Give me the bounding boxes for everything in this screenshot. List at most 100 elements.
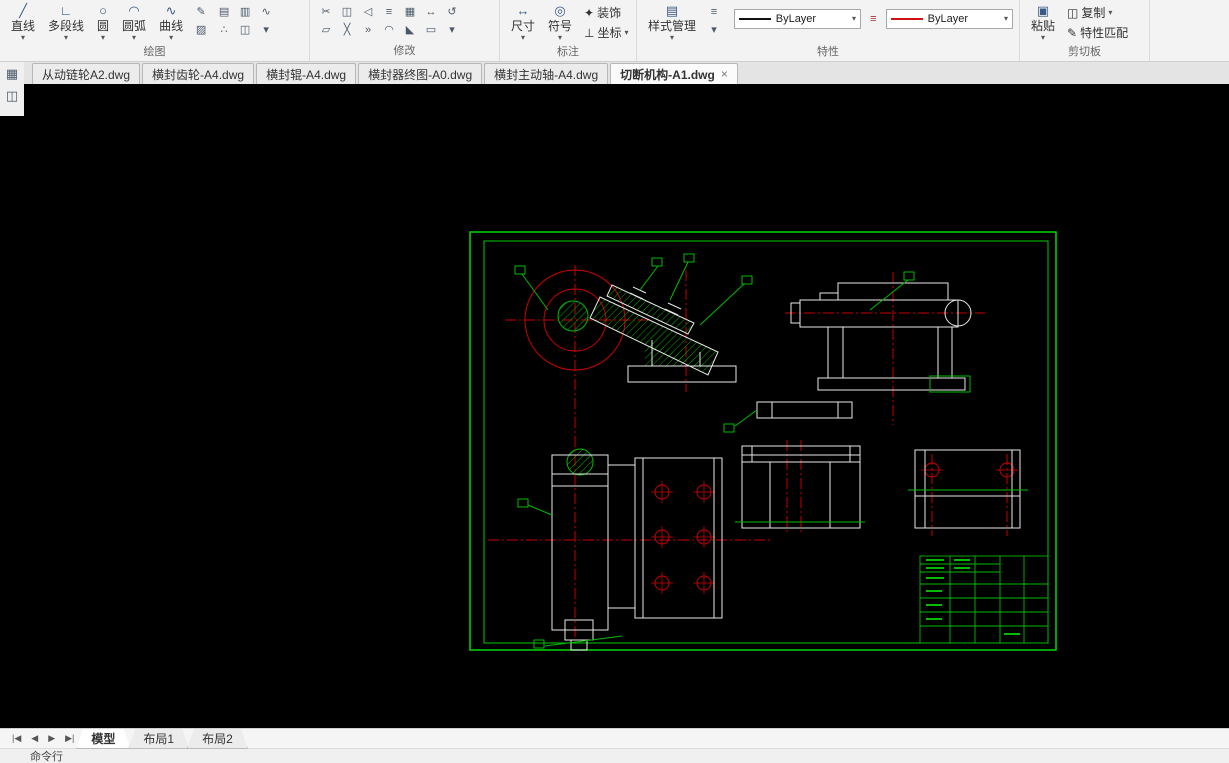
- file-tab-label: 横封主动轴-A4.dwg: [494, 67, 599, 82]
- properties-panel-icon[interactable]: ≡: [704, 3, 724, 20]
- copy-icon: ◫: [1067, 5, 1079, 20]
- draw-group-label[interactable]: 绘图: [0, 42, 309, 62]
- polyline-button[interactable]: ∟ 多段线 ▾: [43, 2, 89, 42]
- chamfer-icon[interactable]: ◣: [400, 21, 420, 38]
- pencil-icon[interactable]: ✎: [191, 3, 211, 20]
- point-icon[interactable]: ∴: [214, 21, 234, 38]
- view-panel-icon[interactable]: ◫: [2, 87, 22, 104]
- chevron-down-icon: ▾: [64, 33, 69, 42]
- first-tab-icon[interactable]: |◀: [8, 733, 25, 744]
- file-tab-active[interactable]: 切断机构-A1.dwg ×: [610, 63, 738, 84]
- line-color-value: ByLayer: [927, 13, 969, 25]
- file-tab-label: 横封辊-A4.dwg: [266, 67, 347, 82]
- file-tab[interactable]: 横封辊-A4.dwg: [256, 63, 357, 84]
- modify-icon-grid: ✂ ◫ ◁ ≡ ▦ ↔ ↺ ▱ ╳ » ◠ ◣ ▭ ▾: [316, 3, 463, 39]
- move-icon[interactable]: ↔: [421, 3, 441, 20]
- command-line-text: 命令行: [30, 751, 63, 763]
- chevron-down-icon: ▾: [1041, 33, 1046, 42]
- gradient-icon[interactable]: ▥: [235, 3, 255, 20]
- line-color-dropdown[interactable]: ByLayer ▾: [885, 9, 1013, 29]
- ribbon: ╱ 直线 ▾ ∟ 多段线 ▾ ○ 圆 ▾ ◠ 圆弧 ▾ ∿ 曲线 ▾ ✎ ▨ ▤…: [0, 0, 1229, 62]
- chevron-down-icon[interactable]: ▾: [256, 21, 276, 38]
- side-tool-strip: ▦ ◫: [0, 62, 24, 116]
- line-button[interactable]: ╱ 直线 ▾: [6, 2, 40, 42]
- hatch-icon[interactable]: ▨: [191, 21, 211, 38]
- curve-button[interactable]: ∿ 曲线 ▾: [154, 2, 188, 42]
- file-tab[interactable]: 从动链轮A2.dwg: [32, 63, 141, 84]
- annotate-group-label[interactable]: 标注: [500, 42, 636, 62]
- dimension-icon: ↔: [516, 3, 530, 18]
- mirror-icon[interactable]: ◁: [358, 3, 378, 20]
- circle-button[interactable]: ○ 圆 ▾: [92, 2, 114, 42]
- linetype-value: ByLayer: [775, 13, 817, 25]
- erase-icon[interactable]: ✂: [316, 3, 336, 20]
- properties-group-label[interactable]: 特性: [637, 42, 1019, 62]
- region-icon[interactable]: ▤: [214, 3, 234, 20]
- clipboard-group-content: ▣ 粘贴 ▾ ◫ 复制 ▾ ✎ 特性匹配: [1020, 0, 1149, 42]
- match-properties-button[interactable]: ✎ 特性匹配: [1063, 23, 1132, 42]
- paste-button-label: 粘贴: [1031, 19, 1056, 33]
- title-block: [919, 555, 1049, 644]
- circle-icon: ○: [99, 3, 107, 18]
- arc-button[interactable]: ◠ 圆弧 ▾: [117, 2, 151, 42]
- style-manager-icon: ▤: [665, 3, 679, 18]
- file-tab[interactable]: 横封主动轴-A4.dwg: [484, 63, 609, 84]
- layer-panel-icon[interactable]: ▦: [2, 65, 22, 82]
- coordinate-button-label: 坐标: [597, 26, 622, 40]
- copy-icon[interactable]: ◫: [337, 3, 357, 20]
- chevron-down-icon[interactable]: ▾: [442, 21, 462, 38]
- chevron-down-icon: ▾: [1108, 7, 1113, 17]
- arc-icon: ◠: [128, 3, 140, 18]
- clipboard-group-label[interactable]: 剪切板: [1020, 42, 1149, 62]
- drawing-canvas[interactable]: [0, 84, 1229, 728]
- explode-icon[interactable]: ▭: [421, 21, 441, 38]
- fillet-icon[interactable]: ◠: [379, 21, 399, 38]
- cad-drawing[interactable]: [0, 84, 1229, 728]
- line-color-icon[interactable]: ≡: [864, 10, 883, 27]
- decor-button[interactable]: ✦ 装饰: [580, 3, 632, 22]
- tab-layout2[interactable]: 布局2: [187, 729, 248, 749]
- previous-tab-icon[interactable]: ◀: [27, 733, 42, 744]
- ribbon-group-properties: ▤ 样式管理 ▾ ≡ ▾ ByLayer ▾ ≡ ByLayer ▾ 特性: [637, 0, 1020, 61]
- coordinate-icon: ⊥: [584, 25, 595, 40]
- next-tab-icon[interactable]: ▶: [44, 733, 59, 744]
- polyline-button-label: 多段线: [48, 19, 85, 33]
- chevron-down-icon: ▾: [101, 33, 106, 42]
- file-tab-label: 切断机构-A1.dwg: [620, 67, 715, 82]
- paste-button[interactable]: ▣ 粘贴 ▾: [1026, 2, 1060, 42]
- tab-model[interactable]: 模型: [76, 729, 130, 749]
- draw-group-content: ╱ 直线 ▾ ∟ 多段线 ▾ ○ 圆 ▾ ◠ 圆弧 ▾ ∿ 曲线 ▾ ✎ ▨ ▤…: [0, 0, 309, 42]
- annotate-stack: ✦ 装饰 ⊥ 坐标 ▾: [580, 3, 632, 42]
- ribbon-group-modify: ✂ ◫ ◁ ≡ ▦ ↔ ↺ ▱ ╳ » ◠ ◣ ▭ ▾ 修改: [310, 0, 500, 61]
- style-manager-button[interactable]: ▤ 样式管理 ▾: [643, 2, 701, 42]
- symbol-button[interactable]: ◎ 符号 ▾: [543, 2, 577, 42]
- array-icon[interactable]: ▦: [400, 3, 420, 20]
- modify-group-label[interactable]: 修改: [310, 41, 499, 61]
- paste-icon: ▣: [1036, 3, 1050, 18]
- linetype-dropdown[interactable]: ByLayer ▾: [733, 9, 862, 29]
- dimension-button[interactable]: ↔ 尺寸 ▾: [506, 2, 540, 42]
- properties-group-content: ▤ 样式管理 ▾ ≡ ▾ ByLayer ▾ ≡ ByLayer ▾: [637, 0, 1019, 42]
- trim-icon[interactable]: ╳: [337, 21, 357, 38]
- scale-icon[interactable]: ▱: [316, 21, 336, 38]
- file-tab[interactable]: 横封齿轮-A4.dwg: [142, 63, 255, 84]
- close-icon[interactable]: ×: [721, 67, 728, 81]
- ribbon-group-annotate: ↔ 尺寸 ▾ ◎ 符号 ▾ ✦ 装饰 ⊥ 坐标 ▾ 标注: [500, 0, 637, 61]
- copy-object-icon[interactable]: ◫: [235, 21, 255, 38]
- coordinate-button[interactable]: ⊥ 坐标 ▾: [580, 23, 632, 42]
- layout-tab-bar: |◀ ◀ ▶ ▶| 模型 布局1 布局2: [0, 728, 1229, 748]
- tab-layout1[interactable]: 布局1: [128, 729, 189, 749]
- command-line[interactable]: 命令行: [0, 748, 1229, 763]
- line-icon: ╱: [19, 3, 27, 18]
- copy-button[interactable]: ◫ 复制 ▾: [1063, 3, 1132, 22]
- ribbon-group-clipboard: ▣ 粘贴 ▾ ◫ 复制 ▾ ✎ 特性匹配 剪切板: [1020, 0, 1150, 61]
- dimension-button-label: 尺寸: [511, 19, 536, 33]
- spline-icon[interactable]: ∿: [256, 3, 276, 20]
- last-tab-icon[interactable]: ▶|: [61, 733, 78, 744]
- offset-icon[interactable]: ≡: [379, 3, 399, 20]
- rotate-icon[interactable]: ↺: [442, 3, 462, 20]
- ribbon-group-draw: ╱ 直线 ▾ ∟ 多段线 ▾ ○ 圆 ▾ ◠ 圆弧 ▾ ∿ 曲线 ▾ ✎ ▨ ▤…: [0, 0, 310, 61]
- chevron-down-icon[interactable]: ▾: [704, 21, 724, 38]
- file-tab[interactable]: 横封器终图-A0.dwg: [358, 63, 483, 84]
- extend-icon[interactable]: »: [358, 21, 378, 38]
